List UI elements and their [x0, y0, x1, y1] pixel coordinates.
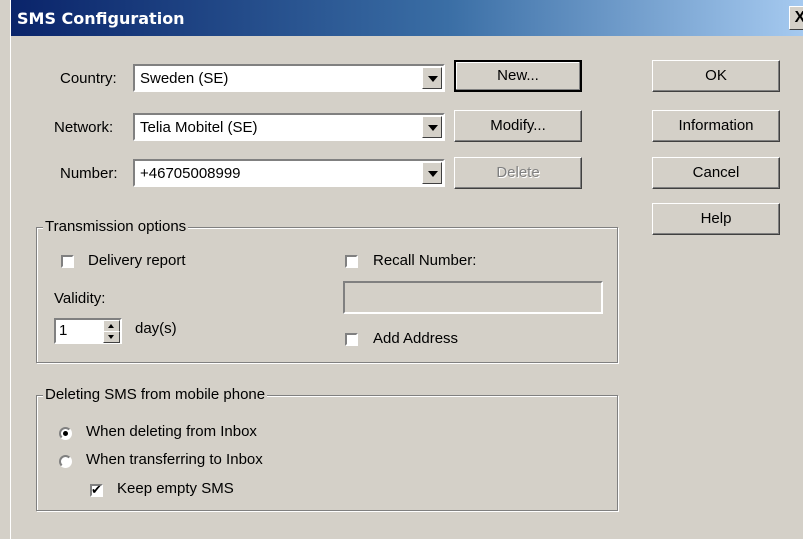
recall-number-checkbox[interactable]	[345, 255, 358, 268]
keep-empty-sms-label: Keep empty SMS	[117, 480, 234, 497]
validity-label: Validity:	[54, 290, 106, 307]
country-combo[interactable]: Sweden (SE)	[133, 64, 445, 92]
help-button[interactable]: Help	[652, 203, 780, 235]
number-label: Number:	[60, 165, 118, 182]
delete-button[interactable]: Delete	[454, 157, 582, 189]
number-dropdown-icon[interactable]	[422, 162, 442, 184]
new-button[interactable]: New...	[454, 60, 582, 92]
information-button[interactable]: Information	[652, 110, 780, 142]
network-dropdown-icon[interactable]	[422, 116, 442, 138]
country-dropdown-icon[interactable]	[422, 67, 442, 89]
number-value: +46705008999	[140, 165, 241, 182]
keep-empty-sms-checkbox[interactable]	[90, 482, 103, 498]
add-address-label: Add Address	[373, 330, 459, 347]
country-value: Sweden (SE)	[140, 70, 229, 87]
modify-button[interactable]: Modify...	[454, 110, 582, 142]
network-combo[interactable]: Telia Mobitel (SE)	[133, 113, 445, 141]
when-transferring-radio[interactable]	[59, 455, 72, 468]
ok-button[interactable]: OK	[652, 60, 780, 92]
country-label: Country:	[60, 70, 117, 87]
deleting-sms-legend: Deleting SMS from mobile phone	[43, 386, 268, 403]
validity-spinner[interactable]: 1	[54, 318, 122, 344]
number-combo[interactable]: +46705008999	[133, 159, 445, 187]
when-deleting-label: When deleting from Inbox	[86, 423, 257, 440]
sms-configuration-dialog: SMS Configuration X Country: Sweden (SE)…	[10, 0, 803, 539]
network-label: Network:	[54, 119, 114, 136]
delivery-report-label: Delivery report	[88, 252, 186, 269]
network-value: Telia Mobitel (SE)	[140, 119, 258, 136]
transmission-options-legend: Transmission options	[43, 218, 189, 235]
add-address-checkbox[interactable]	[345, 333, 358, 346]
window-title: SMS Configuration	[17, 9, 185, 28]
when-deleting-radio[interactable]	[59, 427, 72, 440]
title-bar[interactable]: SMS Configuration X	[11, 0, 803, 36]
cancel-button[interactable]: Cancel	[652, 157, 780, 189]
spin-down-icon[interactable]	[103, 331, 120, 343]
validity-value: 1	[59, 322, 68, 339]
validity-unit: day(s)	[135, 320, 177, 337]
delivery-report-checkbox[interactable]	[61, 255, 74, 268]
close-button[interactable]: X	[789, 6, 803, 30]
recall-number-field[interactable]	[343, 281, 603, 314]
when-transferring-label: When transferring to Inbox	[86, 451, 263, 468]
recall-number-label: Recall Number:	[373, 252, 477, 269]
